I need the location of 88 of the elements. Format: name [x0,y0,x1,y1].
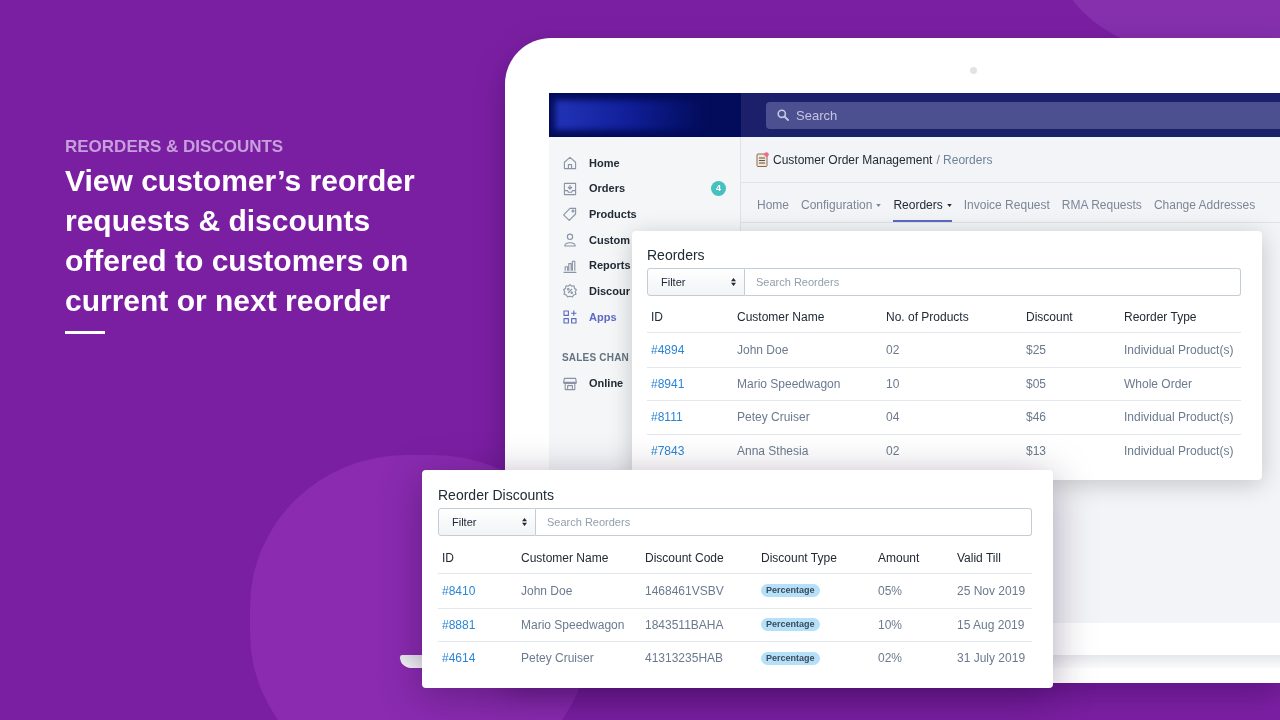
clipboard-icon [756,152,769,167]
breadcrumb-path[interactable]: Customer Order Management [773,150,933,169]
table-cell-text: 02 [886,341,900,359]
tab[interactable]: Change Addresses [1153,196,1256,222]
column-header: Customer Name [737,309,825,324]
table-cell-text: Mario Speedwagon [521,616,625,634]
table-cell-text: Individual Product(s) [1124,442,1234,460]
type-badge: Percentage [761,584,820,598]
table-cell-text: Whole Order [1124,375,1193,393]
search-field[interactable]: Search Reorders [536,508,1032,536]
table-cell-text: 10% [878,616,903,634]
card-title: Reorder Discounts [438,486,555,504]
tab[interactable]: Configuration [801,196,882,222]
table-cell-text: 10 [886,375,900,393]
count-badge: 4 [711,181,726,197]
search-field[interactable]: Search Reorders [745,268,1241,296]
order-id-link[interactable]: #8410 [442,581,476,600]
accent-line [65,331,105,334]
table-cell-text: 04 [886,409,900,427]
tab[interactable]: RMA Requests [1061,196,1142,222]
sidebar-item[interactable]: Home [549,154,620,172]
home-icon [562,154,578,171]
tab[interactable]: Home [757,196,789,222]
order-id-link[interactable]: #7843 [651,441,685,460]
column-header: ID [442,550,454,565]
column-header: Amount [878,550,920,565]
table-cell-text: John Doe [521,582,573,600]
headline: View customer’s reorder requests & discounts offered to customers on current or next reorder [65,163,416,319]
tab[interactable]: Invoice Request [963,196,1050,222]
tab[interactable]: Reorders [893,196,952,222]
table-cell-text: 41313235HAB [645,650,724,668]
table-cell-text: 05% [878,582,903,600]
table-cell-text: 31 July 2019 [957,650,1026,668]
table-cell-text: $25 [1026,341,1047,359]
table-cell-text: 1843511BAHA [645,616,724,634]
column-header: Reorder Type [1124,309,1197,324]
table-cell-text: Individual Product(s) [1124,341,1234,359]
filter-select[interactable]: Filter [438,508,536,536]
order-id-link[interactable]: #4614 [442,649,476,668]
select-arrows-icon [522,518,527,526]
percent-badge-icon [562,283,578,300]
table-cell-text: 15 Aug 2019 [957,616,1025,634]
column-header: Discount Code [645,550,724,565]
sidebar-item[interactable]: Reports [549,257,631,274]
section-title: SALES CHAN [561,350,630,365]
type-badge: Percentage [761,651,820,665]
order-id-link[interactable]: #8111 [651,408,683,427]
column-header: Discount Type [761,550,837,565]
table-cell-text: Petey Cruiser [521,650,594,668]
column-header: No. of Products [886,309,969,324]
store-icon [562,375,578,392]
order-id-link[interactable]: #8881 [442,615,476,634]
search-icon [777,109,789,121]
sidebar-item[interactable]: Online [549,375,624,392]
person-icon [562,231,578,248]
column-header: Discount [1026,309,1073,324]
table-cell-text: John Doe [737,341,789,359]
search-field[interactable]: Search [766,101,1280,129]
order-id-link[interactable]: #4894 [651,340,685,359]
table-cell-text: 02% [878,650,903,668]
sidebar-item[interactable]: Orders [549,180,626,197]
table-cell-text: $46 [1026,409,1047,427]
tag-icon [562,206,578,223]
grid-plus-icon [562,308,578,325]
filter-select[interactable]: Filter [647,268,745,296]
table-cell-text: Petey Cruiser [737,409,810,427]
table-cell-text: Anna Sthesia [737,442,809,460]
column-header: ID [651,309,663,324]
table-cell-text: 1468461VSBV [645,582,724,600]
table-cell-text: 02 [886,442,900,460]
column-header: Customer Name [521,550,609,565]
eyebrow-text: REORDERS & DISCOUNTS [65,136,285,158]
sidebar-item[interactable]: Discour [549,283,630,300]
breadcrumb-current: / Reorders [936,151,993,169]
tray-icon [562,180,578,197]
select-arrows-icon [731,278,736,286]
sidebar-item[interactable]: Apps [549,308,617,326]
sidebar-item[interactable]: Custom [549,231,630,249]
order-id-link[interactable]: #8941 [651,374,685,393]
column-header: Valid Till [957,550,1001,565]
table-cell-text: 25 Nov 2019 [957,582,1026,600]
table-cell-text: Mario Speedwagon [737,375,841,393]
table-cell-text: Individual Product(s) [1124,409,1234,427]
type-badge: Percentage [761,618,820,632]
table-cell-text: $13 [1026,442,1047,460]
card-title: Reorders [647,246,706,264]
table-cell-text: $05 [1026,375,1047,393]
sidebar-item[interactable]: Products [549,205,637,223]
